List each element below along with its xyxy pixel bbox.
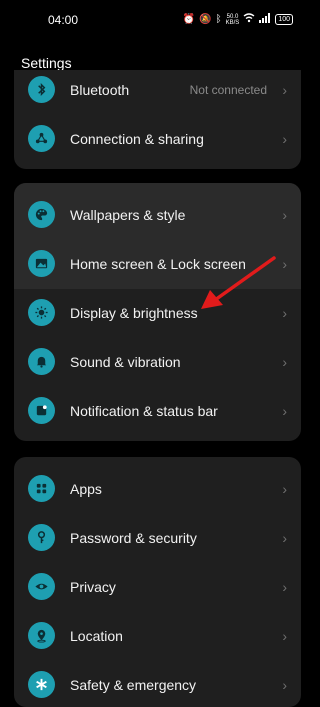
settings-item-label: Connection & sharing xyxy=(70,130,204,147)
settings-item-label: Apps xyxy=(70,480,102,497)
chevron-right-icon: › xyxy=(282,130,287,147)
page-title: Settings xyxy=(21,55,72,71)
status-icons: ⏰ 🔕 ᛒ 50.0 KB/S 100 xyxy=(183,13,293,26)
status-bar: 04:00 ⏰ 🔕 ᛒ 50.0 KB/S 100 xyxy=(0,0,315,40)
settings-item-connection-sharing[interactable]: Connection & sharing › xyxy=(14,114,301,163)
chevron-right-icon: › xyxy=(282,206,287,223)
battery-icon: 100 xyxy=(275,14,293,25)
mute-icon: 🔕 xyxy=(199,14,212,25)
settings-item-label: Safety & emergency xyxy=(70,676,197,693)
bluetooth-status: Not connected xyxy=(189,82,267,97)
chevron-right-icon: › xyxy=(282,529,287,546)
apps-grid-icon xyxy=(28,475,55,502)
settings-item-label: Sound & vibration xyxy=(70,353,181,370)
privacy-eye-icon xyxy=(28,573,55,600)
chevron-right-icon: › xyxy=(282,304,287,321)
settings-item-apps[interactable]: Apps › xyxy=(14,464,301,513)
settings-item-password-security[interactable]: Password & security › xyxy=(14,513,301,562)
settings-item-label: Display & brightness xyxy=(70,304,198,321)
settings-group-connectivity: Bluetooth Not connected › Connection & s… xyxy=(14,70,301,169)
location-icon xyxy=(28,622,55,649)
notification-icon xyxy=(28,397,55,424)
settings-item-label: Location xyxy=(70,627,123,644)
image-icon xyxy=(28,250,55,277)
settings-item-wallpapers-style[interactable]: Wallpapers & style › xyxy=(14,190,301,239)
chevron-right-icon: › xyxy=(282,81,287,98)
annotation-arrow-icon xyxy=(201,256,276,309)
chevron-right-icon: › xyxy=(282,402,287,419)
settings-item-label: Notification & status bar xyxy=(70,402,218,419)
palette-icon xyxy=(28,201,55,228)
chevron-right-icon: › xyxy=(282,578,287,595)
settings-group-personalization: Wallpapers & style › Home screen & Lock … xyxy=(14,183,301,441)
connection-sharing-icon xyxy=(28,125,55,152)
wifi-icon xyxy=(243,13,255,26)
bell-icon xyxy=(28,348,55,375)
network-speed: 50.0 KB/S xyxy=(225,13,240,26)
settings-item-location[interactable]: Location › xyxy=(14,611,301,660)
alarm-icon: ⏰ xyxy=(182,14,196,25)
chevron-right-icon: › xyxy=(282,353,287,370)
settings-item-label: Bluetooth xyxy=(70,81,130,98)
bluetooth-icon xyxy=(28,76,55,103)
settings-item-label: Privacy xyxy=(70,578,116,595)
status-time: 04:00 xyxy=(48,13,79,27)
bluetooth-icon: ᛒ xyxy=(215,14,222,25)
settings-item-bluetooth[interactable]: Bluetooth Not connected › xyxy=(14,70,301,114)
settings-item-sound-vibration[interactable]: Sound & vibration › xyxy=(14,337,301,386)
chevron-right-icon: › xyxy=(282,627,287,644)
settings-item-notification-status-bar[interactable]: Notification & status bar › xyxy=(14,386,301,435)
settings-item-label: Wallpapers & style xyxy=(70,206,186,223)
key-icon xyxy=(28,524,55,551)
settings-item-label: Password & security xyxy=(70,529,197,546)
asterisk-icon xyxy=(28,671,55,698)
signal-icon xyxy=(259,13,271,26)
chevron-right-icon: › xyxy=(282,255,287,272)
chevron-right-icon: › xyxy=(282,676,287,693)
brightness-icon xyxy=(28,299,55,326)
settings-item-privacy[interactable]: Privacy › xyxy=(14,562,301,611)
settings-group-system: Apps › Password & security › Privacy › L… xyxy=(14,457,301,707)
chevron-right-icon: › xyxy=(282,480,287,497)
